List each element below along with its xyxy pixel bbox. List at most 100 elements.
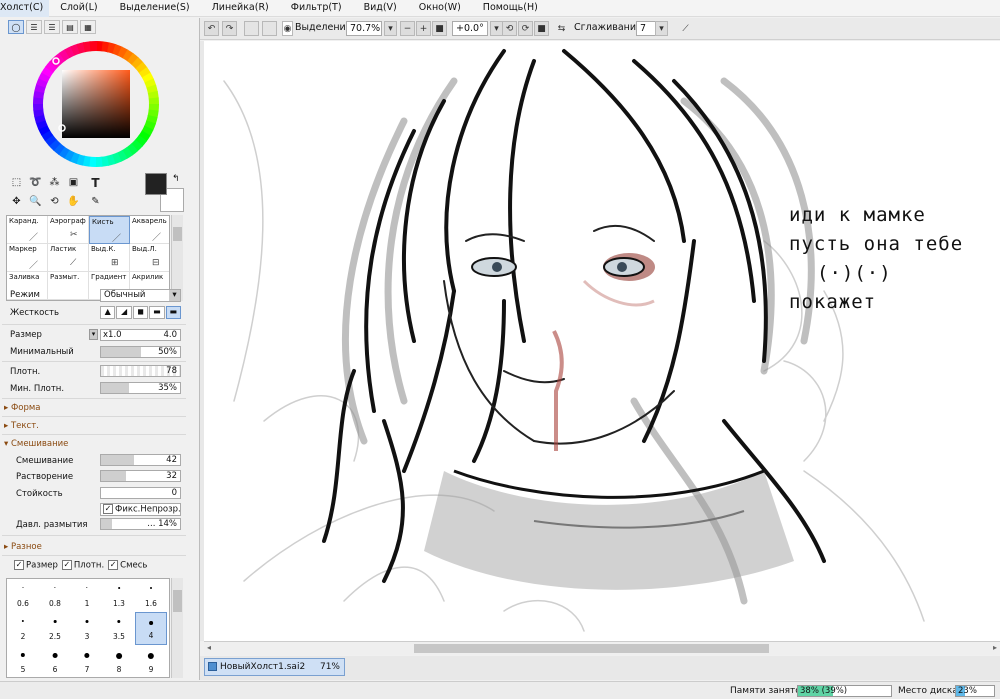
texture-section[interactable]: ▸ Текст. [4, 421, 39, 431]
scroll-left-icon[interactable]: ◂ [207, 643, 211, 652]
hue-segment[interactable] [45, 61, 58, 73]
smoothing-dropdown-icon[interactable]: ▾ [655, 21, 668, 36]
hue-segment[interactable] [147, 90, 159, 100]
hue-segment[interactable] [48, 138, 61, 151]
magic-wand-icon[interactable]: ⁂ [47, 175, 62, 190]
hue-segment[interactable] [70, 43, 81, 56]
hue-segment[interactable] [130, 139, 143, 152]
hue-segment[interactable] [106, 42, 117, 54]
move-layer-icon[interactable]: ▣ [66, 175, 81, 190]
primary-color-swatch[interactable] [145, 173, 167, 195]
size-grid-scrollbar[interactable] [171, 578, 183, 678]
menu-view[interactable]: Вид(V) [353, 0, 408, 17]
pressure-density-checkbox[interactable]: ✓ Плотн. [61, 560, 104, 571]
hardness-1-icon[interactable]: ▲ [100, 306, 116, 319]
hue-segment[interactable] [82, 41, 92, 53]
text-tool-icon[interactable]: T [88, 175, 103, 190]
hue-segment[interactable] [122, 49, 134, 62]
brush-size-cell[interactable]: 2.5 [39, 612, 71, 645]
hardness-selector[interactable]: ▲ ◢ ◼ ▬ ▬ [100, 306, 182, 319]
menu-help[interactable]: Помощь(H) [472, 0, 549, 17]
hardness-5-icon[interactable]: ▬ [165, 306, 182, 319]
hue-segment[interactable] [147, 109, 159, 119]
brush-size-cell[interactable]: 9 [135, 645, 167, 677]
brush-select-eraser[interactable]: Выд.Л. ⊟ [130, 244, 169, 272]
brush-pencil[interactable]: Каранд. ／ [7, 216, 48, 244]
hue-segment[interactable] [101, 41, 111, 53]
undo-icon[interactable]: ↶ [204, 21, 219, 36]
rgb-sliders-tab-icon[interactable]: ☰ [26, 20, 42, 34]
hue-segment[interactable] [138, 130, 151, 142]
menu-layer[interactable]: Слой(L) [49, 0, 108, 17]
keep-opacity-checkbox[interactable]: ✓ Фикс.Непрозр. [100, 503, 181, 516]
document-tab[interactable]: НовыйХолст1.sai2 71% [204, 658, 345, 676]
blend-slider[interactable]: 42 [100, 454, 181, 466]
color-wheel-tab-icon[interactable]: ◯ [8, 20, 24, 34]
scroll-right-icon[interactable]: ▸ [993, 643, 997, 652]
hue-segment[interactable] [35, 119, 48, 130]
zoom-reset-icon[interactable]: ■ [432, 21, 447, 36]
brush-brush[interactable]: Кисть ／ [89, 216, 130, 244]
hue-segment[interactable] [38, 124, 51, 136]
hue-segment[interactable] [117, 46, 129, 59]
hue-segment[interactable] [112, 44, 123, 56]
redo-icon[interactable]: ↷ [222, 21, 237, 36]
hue-segment[interactable] [146, 114, 158, 125]
color-wheel[interactable] [30, 38, 162, 170]
menu-window[interactable]: Окно(W) [408, 0, 472, 17]
hue-segment[interactable] [40, 129, 54, 142]
hue-segment[interactable] [36, 77, 48, 88]
hue-segment[interactable] [126, 143, 139, 156]
hue-segment[interactable] [100, 155, 110, 167]
selection-toggle-icon[interactable]: ◉ [282, 21, 293, 36]
smoothing-field[interactable]: 7 [636, 21, 656, 36]
hardness-3-icon[interactable]: ◼ [132, 306, 149, 319]
density-slider[interactable]: 78 [100, 365, 181, 377]
brush-select-pen[interactable]: Выд.К. ⊞ [89, 244, 130, 272]
drawing-canvas[interactable]: иди к мамке пусть она тебе (·)(·) покаже… [204, 41, 1000, 641]
form-section[interactable]: ▸ Форма [4, 403, 41, 413]
zoom-dropdown-icon[interactable]: ▾ [384, 21, 397, 36]
eyedropper-icon[interactable]: ✎ [88, 194, 103, 209]
menu-selection[interactable]: Выделение(S) [109, 0, 201, 17]
hue-segment[interactable] [146, 84, 158, 94]
move-icon[interactable]: ✥ [9, 194, 24, 209]
brush-eraser[interactable]: Ластик ⟋ [48, 244, 89, 272]
min-size-slider[interactable]: 50% [100, 346, 181, 358]
hue-segment[interactable] [144, 120, 156, 131]
rotate-tool-icon[interactable]: ⟲ [47, 194, 62, 209]
hue-segment[interactable] [141, 72, 154, 84]
size-dropdown-icon[interactable]: ▾ [89, 329, 98, 340]
menu-ruler[interactable]: Линейка(R) [201, 0, 280, 17]
brush-size-cell[interactable]: 7 [71, 645, 103, 677]
persistence-slider[interactable]: 0 [100, 487, 181, 499]
hue-segment[interactable] [111, 152, 122, 165]
brush-size-cell[interactable]: 0.6 [7, 579, 39, 612]
brush-size-cell[interactable]: 4 [135, 612, 167, 645]
flip-icon[interactable]: ⇆ [554, 21, 569, 36]
deselect-icon[interactable] [244, 21, 259, 36]
brush-size-cell[interactable]: 6 [39, 645, 71, 677]
invert-selection-icon[interactable] [262, 21, 277, 36]
hue-segment[interactable] [34, 114, 46, 124]
hardness-4-icon[interactable]: ▬ [149, 306, 165, 319]
swatches-tab-icon[interactable]: ▤ [62, 20, 78, 34]
hue-segment[interactable] [38, 71, 51, 83]
hue-segment[interactable] [69, 152, 80, 164]
rect-select-icon[interactable]: ⬚ [9, 175, 24, 190]
scroll-thumb[interactable] [414, 644, 769, 653]
hue-segment[interactable] [44, 134, 57, 147]
hand-tool-icon[interactable]: ✋ [66, 194, 81, 209]
hue-segment[interactable] [144, 78, 157, 89]
brush-airbrush[interactable]: Аэрограф ✂ [48, 216, 89, 244]
scratchpad-tab-icon[interactable]: ▦ [80, 20, 96, 34]
hue-segment[interactable] [116, 149, 128, 162]
hue-segment[interactable] [58, 146, 70, 159]
menu-canvas[interactable]: Холст(C) [0, 0, 50, 17]
hue-segment[interactable] [41, 66, 54, 78]
hue-segment[interactable] [127, 53, 139, 66]
rotate-reset-icon[interactable]: ■ [534, 21, 549, 36]
hue-segment[interactable] [141, 125, 154, 137]
hue-segment[interactable] [134, 135, 147, 147]
pressure-size-checkbox[interactable]: ✓ Размер [14, 560, 58, 571]
